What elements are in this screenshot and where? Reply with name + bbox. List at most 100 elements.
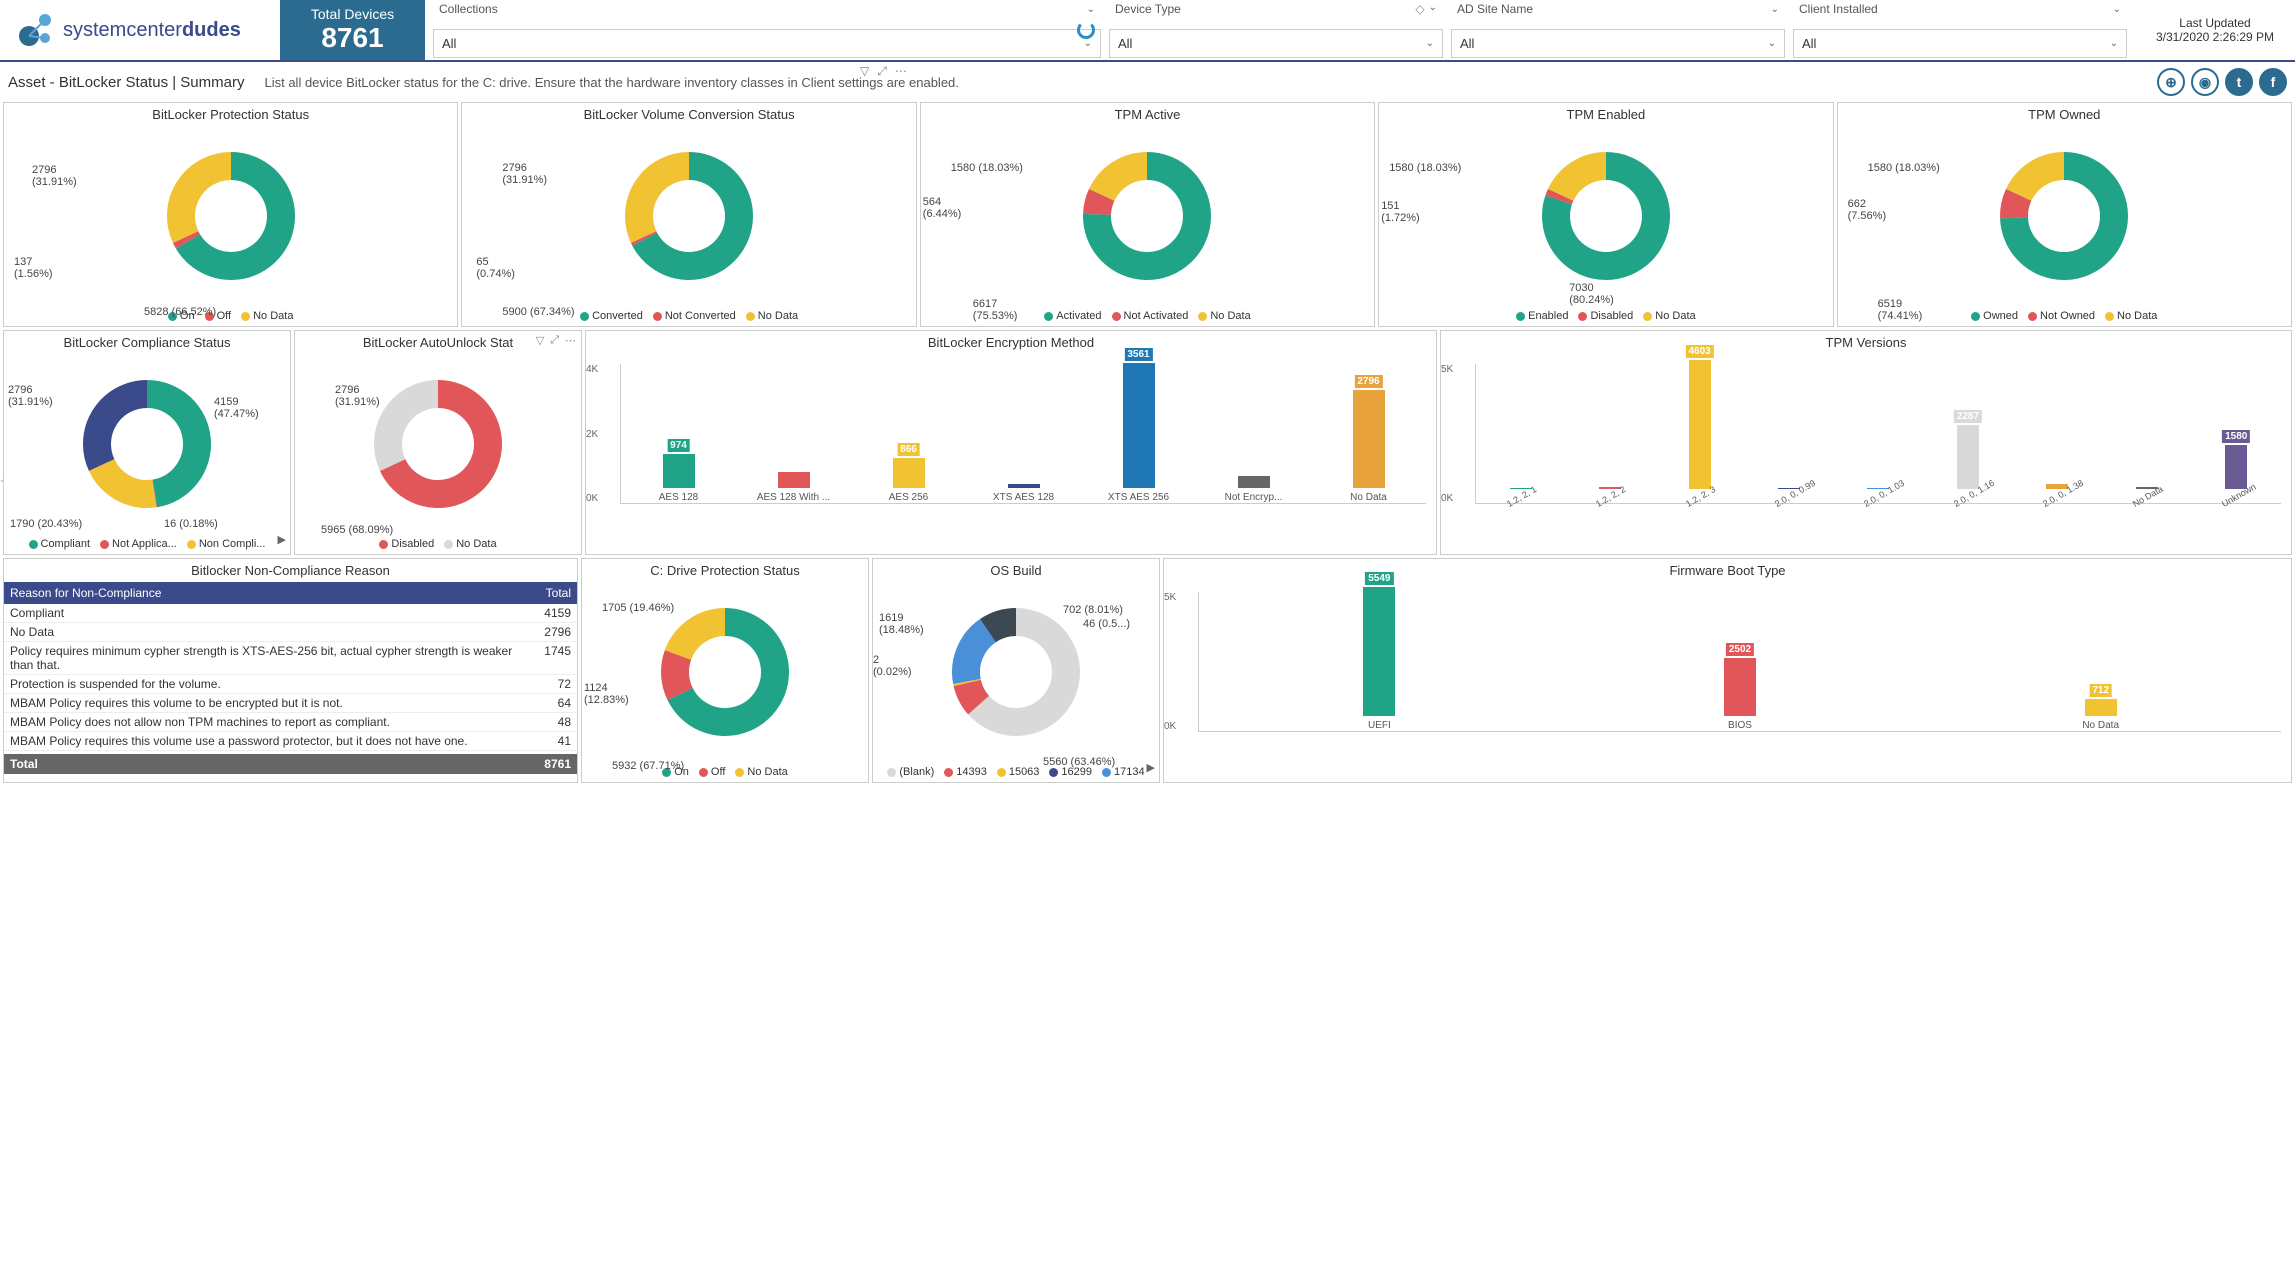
legend-item[interactable]: No Data xyxy=(2105,310,2157,322)
table-row[interactable]: No Data2796 xyxy=(4,623,577,642)
bar-item[interactable]: 5549UEFI xyxy=(1204,587,1555,731)
chevron-down-icon[interactable]: ⌄ xyxy=(2110,38,2118,49)
more-icon[interactable]: ⋯ xyxy=(895,64,907,79)
focus-icon[interactable]: ⤢ xyxy=(550,334,559,347)
table-row[interactable]: MBAM Policy does not allow non TPM machi… xyxy=(4,713,577,732)
legend-item[interactable]: Non Compli... xyxy=(187,538,266,550)
page-title: Asset - BitLocker Status | Summary xyxy=(8,74,244,91)
filter-client-select[interactable]: All⌄ xyxy=(1793,29,2127,58)
donut-card[interactable]: ▽⤢⋯ BitLocker AutoUnlock Stat 2796(31.91… xyxy=(294,330,582,555)
card-title: TPM Enabled xyxy=(1379,103,1832,126)
twitter-icon[interactable]: t xyxy=(2225,68,2253,96)
chevron-down-icon[interactable]: ⌄ xyxy=(1429,2,1437,16)
legend-scroll-right[interactable]: ▶ xyxy=(278,533,286,546)
chevron-down-icon[interactable]: ⌄ xyxy=(2113,4,2121,15)
legend-item[interactable]: No Data xyxy=(746,310,798,322)
legend-item[interactable]: Owned xyxy=(1971,310,2018,322)
chart-annotation: 1124(12.83%) xyxy=(584,682,629,706)
website-icon[interactable]: ⊕ xyxy=(2157,68,2185,96)
filter-adsite-select[interactable]: All⌄ xyxy=(1451,29,1785,58)
filter-collections-select[interactable]: All⌄ xyxy=(433,29,1101,58)
filter-icon[interactable]: ▽ xyxy=(860,64,869,79)
table-header[interactable]: Reason for Non-ComplianceTotal xyxy=(4,582,577,604)
profile-icon[interactable]: ◉ xyxy=(2191,68,2219,96)
charts-row-3: Bitlocker Non-Compliance Reason Reason f… xyxy=(0,558,2295,786)
visual-header-icons: ▽ ⤢ ⋯ xyxy=(860,64,907,79)
table-row[interactable]: Policy requires minimum cypher strength … xyxy=(4,642,577,675)
bar-item[interactable]: 974AES 128 xyxy=(626,454,731,503)
legend-item[interactable]: 14393 xyxy=(944,766,987,778)
more-icon[interactable]: ⋯ xyxy=(565,334,576,347)
donut-card[interactable]: BitLocker Protection Status 2796(31.91%)… xyxy=(3,102,458,327)
bar-item[interactable]: No Data xyxy=(2107,487,2186,503)
legend-item[interactable]: 15063 xyxy=(997,766,1040,778)
donut-card[interactable]: BitLocker Volume Conversion Status 2796(… xyxy=(461,102,916,327)
legend-item[interactable]: Not Converted xyxy=(653,310,736,322)
donut-card[interactable]: TPM Active 1580 (18.03%)564(6.44%)6617(7… xyxy=(920,102,1375,327)
bar-item[interactable]: 2796No Data xyxy=(1316,390,1421,503)
table-row[interactable]: Volume has a TPM protector but the TPM i… xyxy=(4,751,577,754)
bar-item[interactable]: 2502BIOS xyxy=(1565,658,1916,731)
legend-item[interactable]: Activated xyxy=(1044,310,1101,322)
table-row[interactable]: Compliant4159 xyxy=(4,604,577,623)
legend-item[interactable]: (Blank) xyxy=(887,766,934,778)
bar-item[interactable]: AES 128 With ... xyxy=(741,472,846,503)
donut-card[interactable]: TPM Owned 1580 (18.03%)662(7.56%)6519(74… xyxy=(1837,102,2292,327)
chevron-down-icon[interactable]: ⌄ xyxy=(1426,38,1434,49)
chevron-down-icon[interactable]: ⌄ xyxy=(1087,4,1095,15)
bar-item[interactable]: XTS AES 128 xyxy=(971,484,1076,503)
legend-item[interactable]: Compliant xyxy=(29,538,91,550)
bar-item[interactable]: Not Encryp... xyxy=(1201,476,1306,503)
donut-card[interactable]: C: Drive Protection Status 1705 (19.46%)… xyxy=(581,558,869,783)
filter-devicetype-select[interactable]: All⌄ xyxy=(1109,29,1443,58)
bar-item[interactable]: 1.2, 2, 1 xyxy=(1481,488,1560,503)
bar-item[interactable]: 1.2, 2, 2 xyxy=(1570,487,1649,503)
chart-annotation: 4159(47.47%) xyxy=(214,396,259,420)
chevron-down-icon[interactable]: ⌄ xyxy=(1771,4,1779,15)
bar-card[interactable]: Firmware Boot Type 5K0K5549UEFI2502BIOS7… xyxy=(1163,558,2292,783)
table-row[interactable]: MBAM Policy requires this volume to be e… xyxy=(4,694,577,713)
donut-card[interactable]: BitLocker Compliance Status 2796(31.91%)… xyxy=(3,330,291,555)
focus-icon[interactable]: ⤢ xyxy=(877,64,887,79)
legend-item[interactable]: Disabled xyxy=(379,538,434,550)
legend-scroll-right[interactable]: ▶ xyxy=(1147,761,1155,774)
chevron-down-icon[interactable]: ⌄ xyxy=(1084,38,1092,49)
bar-item[interactable]: 2.0, 0, 1.38 xyxy=(2018,484,2097,503)
total-devices-label: Total Devices xyxy=(311,6,394,22)
table-row[interactable]: MBAM Policy requires this volume use a p… xyxy=(4,732,577,751)
legend-item[interactable]: No Data xyxy=(1198,310,1250,322)
chart-annotation: 65(0.74%) xyxy=(476,256,515,280)
legend-item[interactable]: No Data xyxy=(241,310,293,322)
bar-item[interactable]: 3561XTS AES 256 xyxy=(1086,363,1191,503)
bar-item[interactable]: 22872.0, 0, 1.16 xyxy=(1928,425,2007,503)
bar-item[interactable]: 866AES 256 xyxy=(856,458,961,503)
legend-item[interactable]: No Data xyxy=(444,538,496,550)
legend-item[interactable]: Off xyxy=(699,766,725,778)
table-row[interactable]: Protection is suspended for the volume.7… xyxy=(4,675,577,694)
legend-item[interactable]: No Data xyxy=(1643,310,1695,322)
filter-icon[interactable]: ▽ xyxy=(536,334,544,347)
legend-dot-icon xyxy=(241,312,250,321)
facebook-icon[interactable]: f xyxy=(2259,68,2287,96)
legend-item[interactable]: Not Owned xyxy=(2028,310,2095,322)
bar-item[interactable]: 712No Data xyxy=(1925,699,2276,731)
donut-card[interactable]: TPM Enabled 1580 (18.03%)151(1.72%)7030(… xyxy=(1378,102,1833,327)
charts-row-1: BitLocker Protection Status 2796(31.91%)… xyxy=(0,102,2295,327)
table-body[interactable]: Compliant4159No Data2796Policy requires … xyxy=(4,604,577,754)
donut-card[interactable]: OS Build 1619(18.48%)702 (8.01%)46 (0.5.… xyxy=(872,558,1160,783)
chevron-down-icon[interactable]: ⌄ xyxy=(1768,38,1776,49)
legend-item[interactable]: No Data xyxy=(735,766,787,778)
bar-item[interactable]: 2.0, 0, 1.03 xyxy=(1839,488,1918,503)
legend-item[interactable]: Not Applica... xyxy=(100,538,177,550)
bar-item[interactable]: 1580Unknown xyxy=(2197,445,2276,503)
eraser-icon[interactable]: ◇ xyxy=(1415,2,1424,16)
bar-card[interactable]: BitLocker Encryption Method 4K2K0K974AES… xyxy=(585,330,1437,555)
legend-item[interactable]: Converted xyxy=(580,310,643,322)
legend-item[interactable]: Disabled xyxy=(1578,310,1633,322)
bar-item[interactable]: 46031.2, 2, 3 xyxy=(1660,360,1739,503)
card-title: BitLocker Compliance Status xyxy=(4,331,290,354)
bar-item[interactable]: 2.0, 0, 0.99 xyxy=(1749,488,1828,503)
bar-card[interactable]: TPM Versions 5K0K1.2, 2, 11.2, 2, 246031… xyxy=(1440,330,2292,555)
legend-item[interactable]: Enabled xyxy=(1516,310,1568,322)
legend-item[interactable]: Not Activated xyxy=(1112,310,1189,322)
